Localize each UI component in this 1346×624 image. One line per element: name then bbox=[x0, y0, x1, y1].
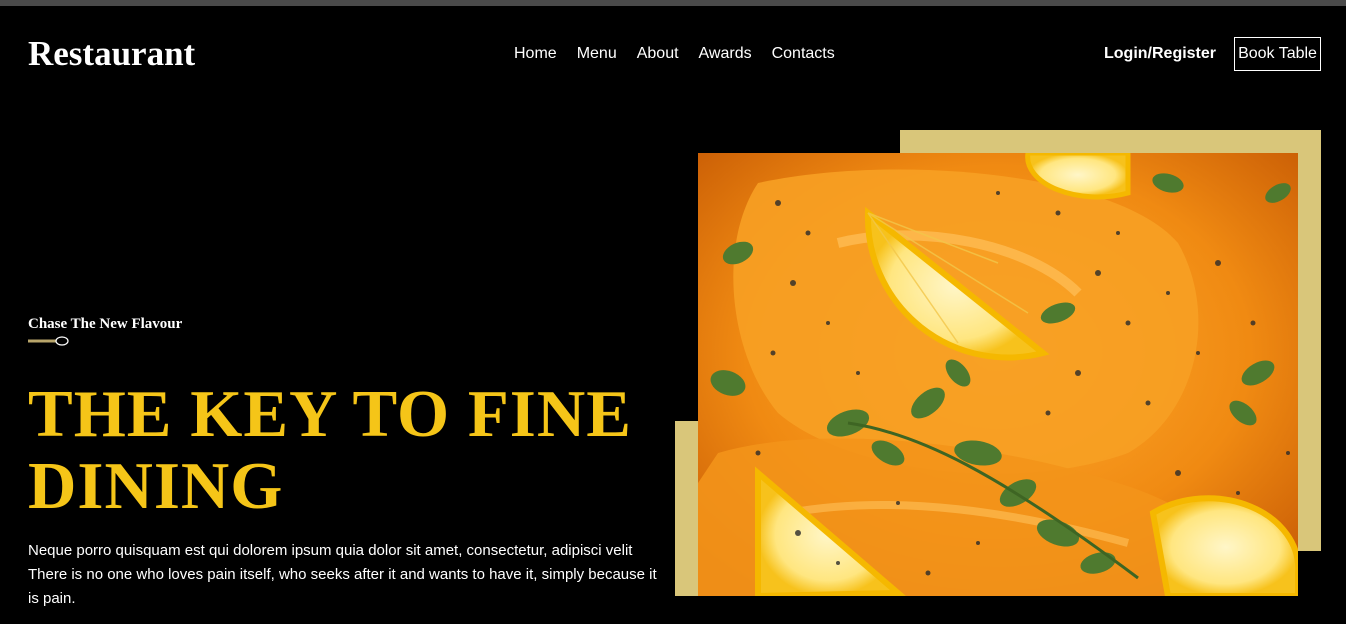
book-table-button[interactable]: Book Table bbox=[1234, 37, 1321, 71]
nav-awards[interactable]: Awards bbox=[699, 44, 752, 64]
hero-food-image bbox=[698, 153, 1298, 596]
nav-menu[interactable]: Menu bbox=[577, 44, 617, 64]
main-nav: Home Menu About Awards Contacts bbox=[514, 44, 855, 64]
hero-tagline: Chase The New Flavour bbox=[28, 316, 183, 332]
nav-home[interactable]: Home bbox=[514, 44, 557, 64]
nav-contacts[interactable]: Contacts bbox=[772, 44, 835, 64]
spoon-icon bbox=[28, 336, 69, 346]
hero-headline: THE KEY TO FINE DINING bbox=[28, 378, 688, 522]
login-register-link[interactable]: Login/Register bbox=[1104, 44, 1216, 64]
nav-about[interactable]: About bbox=[637, 44, 679, 64]
site-logo[interactable]: Restaurant bbox=[28, 34, 195, 74]
browser-top-strip bbox=[0, 0, 1346, 6]
hero-headline-line2: DINING bbox=[28, 449, 284, 523]
hero-headline-line1: THE KEY TO FINE bbox=[28, 377, 632, 451]
hero-description: Neque porro quisquam est qui dolorem ips… bbox=[28, 542, 657, 607]
